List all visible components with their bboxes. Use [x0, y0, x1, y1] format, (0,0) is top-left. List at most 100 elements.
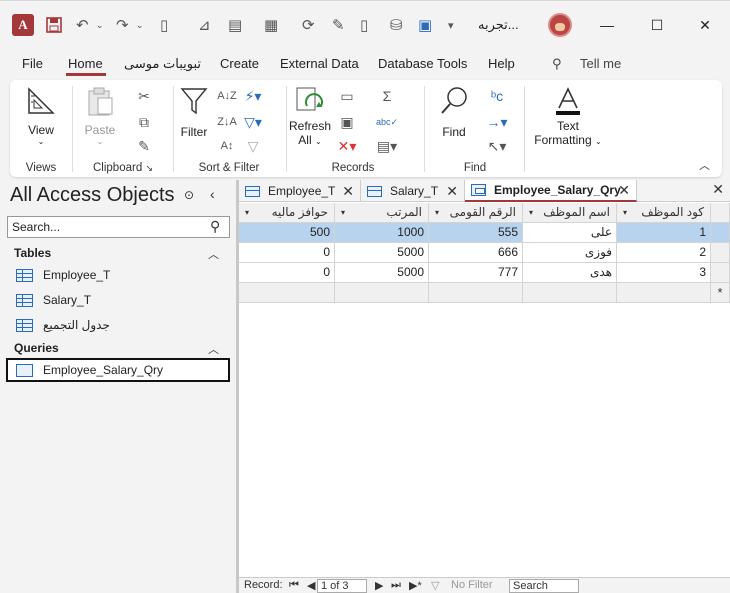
cell-employee-name[interactable]	[523, 283, 617, 303]
nav-section-queries[interactable]: Queries	[14, 341, 59, 355]
cell-employee-code[interactable]	[617, 283, 711, 303]
new-record-nav-icon[interactable]: ▶*	[409, 579, 422, 592]
form-icon[interactable]: ▤	[228, 15, 242, 35]
current-record-field[interactable]: 1 of 3	[317, 579, 367, 593]
select-icon[interactable]: ↖▾	[486, 136, 508, 156]
customize-icon[interactable]: ▾	[448, 15, 454, 35]
close-tab-icon[interactable]: ✕	[446, 183, 458, 200]
table-row[interactable]: 500 1000 555 على 1	[239, 223, 730, 243]
new-record-marker[interactable]: *	[711, 283, 730, 303]
undo-dropdown-icon[interactable]: ⌄	[96, 15, 104, 35]
redo-icon[interactable]: ↷	[116, 15, 129, 35]
first-record-icon[interactable]: ⏮	[289, 579, 299, 592]
row-selector[interactable]	[711, 243, 730, 263]
cell-employee-name[interactable]: هدى	[523, 263, 617, 283]
more-records-icon[interactable]: ▤▾	[376, 136, 398, 156]
tab-external-data[interactable]: External Data	[280, 56, 359, 71]
table-row[interactable]: 0 5000 666 فوزى 2	[239, 243, 730, 263]
spelling-icon[interactable]: abc✓	[376, 112, 398, 132]
copy-icon[interactable]: ⧉	[133, 112, 155, 132]
remove-sort-icon[interactable]: A↕	[216, 136, 238, 156]
cell-salary[interactable]	[335, 283, 429, 303]
chevron-up-icon[interactable]: ︿	[208, 246, 219, 262]
cell-national-id[interactable]: 555	[429, 223, 523, 243]
search-icon[interactable]: ⚲	[210, 218, 220, 235]
filter-status[interactable]: No Filter	[451, 579, 493, 591]
tell-me-input[interactable]: Tell me	[580, 56, 621, 71]
nav-item-summary-table[interactable]: جدول التجميع	[16, 315, 110, 335]
tab-help[interactable]: Help	[488, 56, 515, 71]
sort-ascending-icon[interactable]: A↓Z	[216, 86, 238, 106]
go-to-icon[interactable]: →▾	[486, 112, 508, 132]
save-icon[interactable]	[46, 15, 62, 35]
nav-pane-title[interactable]: All Access Objects	[10, 184, 175, 207]
document-icon[interactable]: ▯	[360, 15, 368, 35]
print-preview-icon[interactable]: ▯	[160, 15, 168, 35]
close-icon[interactable]: ✕	[690, 15, 720, 35]
minimize-icon[interactable]: —	[592, 15, 622, 35]
nav-section-tables[interactable]: Tables	[14, 246, 51, 260]
nav-item-salary-t[interactable]: Salary_T	[16, 290, 91, 310]
team-icon[interactable]: ▣	[418, 15, 432, 35]
save-record-icon[interactable]: ▣	[336, 112, 358, 132]
cell-bonus[interactable]: 0	[239, 243, 335, 263]
report-icon[interactable]: ▦	[264, 15, 278, 35]
tab-custom-moussa[interactable]: تبويبات موسى	[124, 56, 201, 72]
cell-national-id[interactable]: 666	[429, 243, 523, 263]
view-button[interactable]: View ⌄	[24, 86, 58, 146]
table-row[interactable]: 0 5000 777 هدى 3	[239, 263, 730, 283]
cell-national-id[interactable]: 777	[429, 263, 523, 283]
cell-employee-name[interactable]: على	[523, 223, 617, 243]
toggle-filter-icon[interactable]: ▽	[242, 136, 264, 156]
advanced-filter-icon[interactable]: ▽▾	[242, 112, 264, 132]
cell-bonus[interactable]	[239, 283, 335, 303]
column-header-employee-name[interactable]: ▾ اسم الموظف	[523, 203, 617, 223]
selection-filter-icon[interactable]: ⚡▾	[242, 86, 264, 106]
row-selector[interactable]	[711, 223, 730, 243]
column-header-employee-code[interactable]: ▾ كود الموظف	[617, 203, 711, 223]
column-header-salary[interactable]: ▾ المرتب	[335, 203, 429, 223]
maximize-icon[interactable]: ☐	[642, 15, 672, 35]
refresh-icon[interactable]: ⟳	[302, 15, 315, 35]
cell-salary[interactable]: 5000	[335, 263, 429, 283]
cell-employee-code[interactable]: 3	[617, 263, 711, 283]
chevron-up-icon[interactable]: ︿	[208, 341, 219, 357]
column-header-national-id[interactable]: ▾ الرقم القومى	[429, 203, 523, 223]
sort-descending-icon[interactable]: Z↓A	[216, 112, 238, 132]
text-formatting-button[interactable]: Text Formatting ⌄	[532, 86, 604, 147]
totals-icon[interactable]: Σ	[376, 86, 398, 106]
cell-employee-code[interactable]: 1	[617, 223, 711, 243]
tab-file[interactable]: File	[22, 56, 43, 71]
tab-home[interactable]: Home	[68, 56, 103, 71]
doc-tab-employee-t[interactable]: Employee_T ✕	[239, 180, 361, 202]
doc-tab-employee-salary-qry[interactable]: Employee_Salary_Qry ✕	[465, 180, 637, 202]
redo-dropdown-icon[interactable]: ⌄	[136, 15, 144, 35]
avatar[interactable]	[548, 13, 572, 37]
next-record-icon[interactable]: ▶	[375, 579, 383, 592]
record-search-input[interactable]: Search	[509, 579, 579, 593]
cell-bonus[interactable]: 0	[239, 263, 335, 283]
tab-create[interactable]: Create	[220, 56, 259, 71]
cell-bonus[interactable]: 500	[239, 223, 335, 243]
close-document-icon[interactable]: ✕	[712, 181, 724, 198]
cell-employee-name[interactable]: فوزى	[523, 243, 617, 263]
cell-employee-code[interactable]: 2	[617, 243, 711, 263]
view-icon[interactable]: ⊿	[198, 15, 211, 35]
close-tab-icon[interactable]: ✕	[618, 182, 630, 199]
nav-menu-dropdown-icon[interactable]: ⊙	[184, 188, 194, 202]
close-tab-icon[interactable]: ✕	[342, 183, 354, 200]
refresh-all-button[interactable]: Refresh All ⌄	[288, 86, 332, 147]
tab-database-tools[interactable]: Database Tools	[378, 56, 467, 71]
database-icon[interactable]: ⛁	[390, 15, 403, 35]
nav-item-employee-t[interactable]: Employee_T	[16, 265, 110, 285]
nav-item-employee-salary-qry[interactable]: Employee_Salary_Qry	[6, 358, 230, 382]
shutter-bar-close-icon[interactable]: ‹	[210, 186, 215, 202]
format-painter-icon[interactable]: ✎	[133, 136, 155, 156]
filter-button[interactable]: Filter	[174, 86, 214, 139]
collapse-ribbon-icon[interactable]: ︿	[699, 157, 710, 173]
find-button[interactable]: Find	[436, 86, 472, 139]
row-selector[interactable]	[711, 263, 730, 283]
new-record-row[interactable]: *	[239, 283, 730, 303]
access-logo-icon[interactable]: A	[12, 14, 34, 36]
dialog-launcher-icon[interactable]: ↘	[145, 163, 153, 173]
